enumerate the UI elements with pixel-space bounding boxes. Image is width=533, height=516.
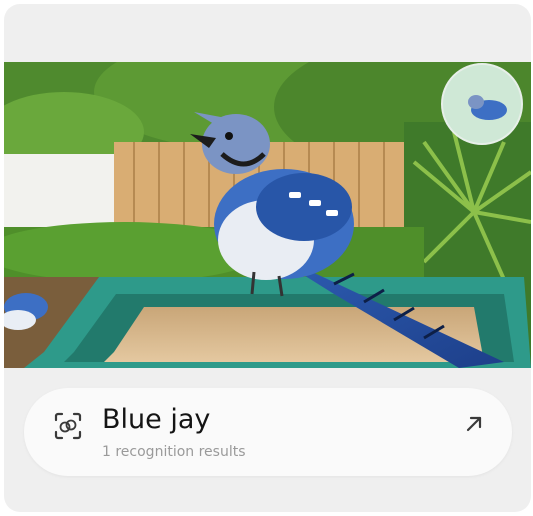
object-scan-icon — [54, 412, 82, 440]
bird-photo-image — [4, 62, 531, 368]
arrow-up-right-icon[interactable] — [462, 412, 486, 436]
bird-photo[interactable] — [4, 62, 531, 368]
recognition-result[interactable]: Blue jay 1 recognition results — [24, 388, 512, 476]
recognition-card: Blue jay 1 recognition results — [4, 4, 531, 512]
result-count: 1 recognition results — [102, 444, 246, 460]
result-title: Blue jay — [102, 404, 211, 435]
